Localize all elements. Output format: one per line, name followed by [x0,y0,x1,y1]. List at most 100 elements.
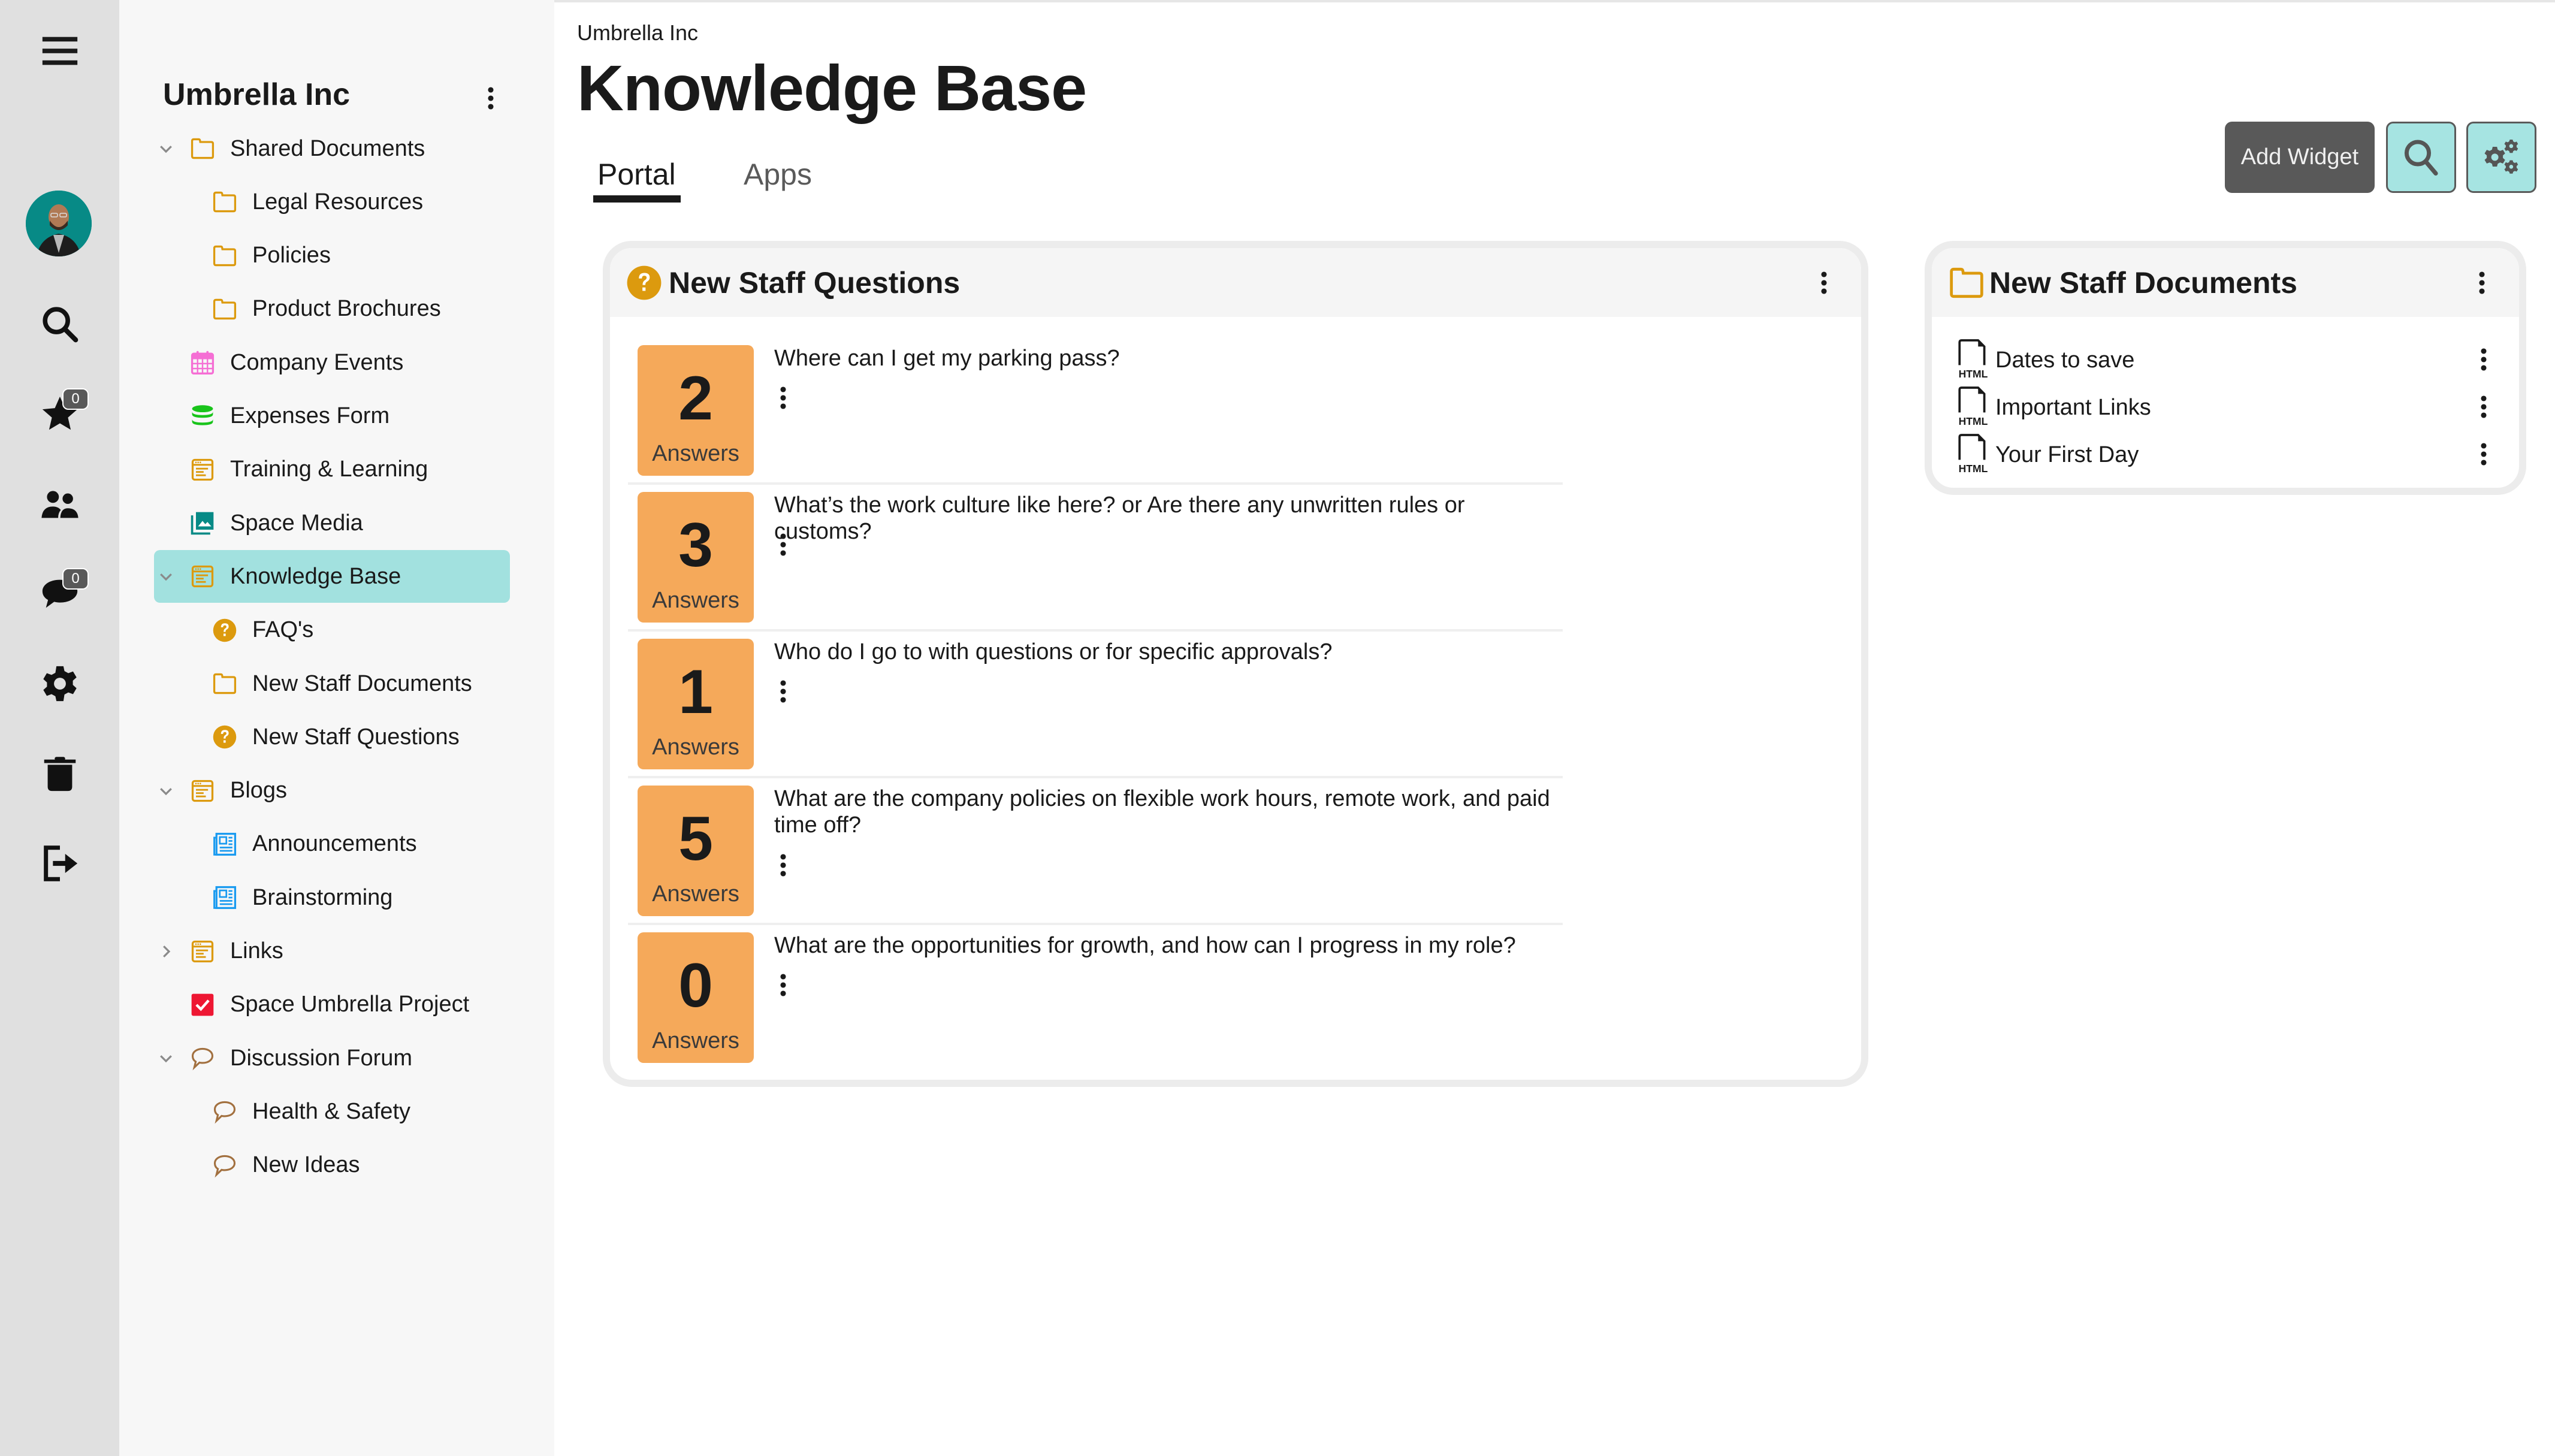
tree-item-expenses-form[interactable]: Expenses Form [154,390,510,443]
users-icon [41,491,78,518]
chevron-down-icon[interactable] [154,779,178,803]
answers-count-badge[interactable]: 5 Answers [638,786,754,916]
tree-item-label: Product Brochures [252,296,441,322]
tree-item-new-ideas[interactable]: New Ideas [154,1139,510,1192]
document-name: Your First Day [1995,442,2139,467]
chevron-down-icon[interactable] [154,1046,178,1070]
widget-title: New Staff Documents [1989,265,2297,300]
breadcrumb[interactable]: Umbrella Inc [577,20,698,46]
answers-label: Answers [652,441,739,466]
forum-icon [212,1098,238,1125]
chevron-down-icon[interactable] [154,564,178,588]
chevron-down-icon[interactable] [154,137,178,161]
forum-icon [189,1045,216,1071]
answers-count-badge[interactable]: 3 Answers [638,492,754,623]
chevron-right-icon[interactable] [154,940,178,963]
tree-item-label: New Staff Documents [252,670,472,696]
add-widget-button[interactable]: Add Widget [2225,122,2375,193]
kebab-icon [1821,271,1827,294]
database-icon [189,403,216,430]
document-options-button[interactable] [2475,343,2493,376]
document-item[interactable]: HTML Important Links [1955,384,2501,431]
tree-item-space-umbrella-project[interactable]: Space Umbrella Project [154,978,510,1031]
rail-settings-button[interactable] [0,651,119,717]
question-link[interactable]: What’s the work culture like here? or Ar… [774,492,1553,545]
widget-options-button[interactable] [1812,266,1836,300]
folder-icon [212,670,238,697]
menu-button[interactable] [0,18,119,84]
rail-search-button[interactable] [0,291,119,357]
page-settings-button[interactable] [2466,122,2536,193]
tree-item-label: Training & Learning [230,457,428,482]
rail-messages-button[interactable]: 0 [0,561,119,627]
tree-item-label: Space Media [230,510,363,536]
rail-logout-button[interactable] [0,830,119,896]
kebab-icon [780,854,786,877]
tree-item-faq-s[interactable]: FAQ's [154,604,510,657]
tree-item-policies[interactable]: Policies [154,229,510,282]
question-row: 1 Answers Who do I go to with questions or… [628,632,1563,778]
tree-item-label: New Ideas [252,1152,360,1178]
tree-item-blogs[interactable]: Blogs [154,765,510,817]
search-widgets-button[interactable] [2386,122,2456,193]
tree-item-company-events[interactable]: Company Events [154,336,510,389]
tree-item-new-staff-documents[interactable]: New Staff Documents [154,657,510,710]
question-link[interactable]: What are the company policies on flexibl… [774,786,1553,838]
document-options-button[interactable] [2475,437,2493,471]
messages-badge: 0 [62,568,89,590]
tree-item-shared-documents[interactable]: Shared Documents [154,122,510,175]
tree-item-label: Health & Safety [252,1098,411,1124]
tab-apps[interactable]: Apps [744,157,812,192]
question-link[interactable]: What are the opportunities for growth, a… [774,932,1553,959]
tree-item-product-brochures[interactable]: Product Brochures [154,283,510,336]
widget-options-button[interactable] [2470,266,2494,300]
question-options-button[interactable] [774,530,792,560]
kebab-icon [780,533,786,556]
question-link[interactable]: Where can I get my parking pass? [774,345,1553,371]
new-staff-documents-widget: New Staff Documents HTML Dates to save HTM… [1925,241,2526,495]
user-avatar[interactable] [26,191,92,256]
tab-portal[interactable]: Portal [597,157,676,192]
question-link[interactable]: Who do I go to with questions or for spe… [774,639,1553,665]
answers-count-badge[interactable]: 1 Answers [638,639,754,769]
widget-header: New Staff Questions [610,248,1861,317]
kebab-icon [2479,271,2485,294]
document-item[interactable]: HTML Dates to save [1955,337,2501,383]
rail-trash-button[interactable] [0,741,119,806]
tree-item-brainstorming[interactable]: Brainstorming [154,871,510,924]
space-options-button[interactable] [479,80,503,116]
rail-people-button[interactable] [0,471,119,537]
question-row: 5 Answers What are the company policies on… [628,778,1563,925]
question-options-button[interactable] [774,850,792,880]
tree-item-knowledge-base[interactable]: Knowledge Base [154,550,510,603]
tree-item-legal-resources[interactable]: Legal Resources [154,176,510,228]
question-row: 2 Answers Where can I get my parking pass? [628,338,1563,485]
tree-item-label: FAQ's [252,617,314,643]
tree-item-discussion-forum[interactable]: Discussion Forum [154,1032,510,1085]
question-row: 0 Answers What are the opportunities for g… [628,925,1563,1072]
tree-item-announcements[interactable]: Announcements [154,818,510,871]
question-options-button[interactable] [774,383,792,413]
answers-count-badge[interactable]: 0 Answers [638,932,754,1063]
question-icon [627,265,662,300]
answers-count-badge[interactable]: 2 Answers [638,345,754,476]
rail-favorites-button[interactable]: 0 [0,381,119,447]
question-options-button[interactable] [774,970,792,1000]
tree-item-space-media[interactable]: Space Media [154,497,510,549]
tree-item-training-learning[interactable]: Training & Learning [154,443,510,496]
tree-item-links[interactable]: Links [154,925,510,978]
gear-icon [43,666,77,702]
tree-item-new-staff-questions[interactable]: New Staff Questions [154,711,510,763]
tree-item-health-safety[interactable]: Health & Safety [154,1085,510,1138]
document-options-button[interactable] [2475,390,2493,424]
question-options-button[interactable] [774,676,792,706]
document-item[interactable]: HTML Your First Day [1955,431,2501,478]
